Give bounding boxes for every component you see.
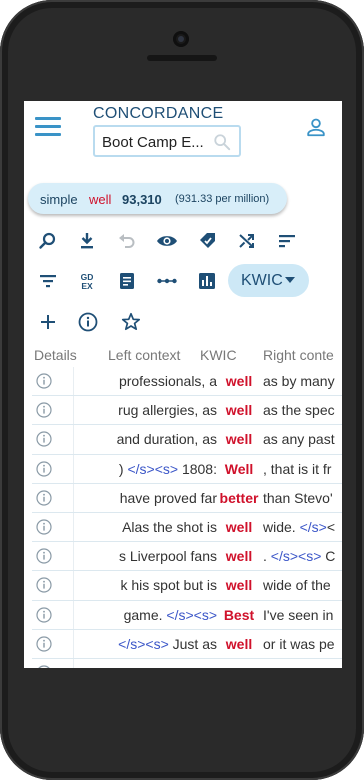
sort-icon [279, 235, 295, 248]
left-context: k his spot but is [82, 577, 218, 593]
undo-icon [119, 234, 135, 248]
document-icon [120, 273, 134, 289]
download-icon [81, 233, 93, 249]
refine-search-button[interactable] [34, 227, 62, 255]
right-context: , that is it fr [263, 460, 332, 477]
app-screen: CONCORDANCE Boot Camp E... simple well 9… [24, 101, 342, 668]
corpus-search-field[interactable]: Boot Camp E... [93, 125, 241, 157]
info-icon[interactable] [36, 460, 52, 477]
table-row[interactable]: </s><s> Just as well or it was pe [32, 630, 342, 659]
left-context: rug allergies, as [82, 402, 217, 418]
left-context: and duration, as [82, 431, 217, 447]
table-row[interactable]: and duration, as well as any past [32, 425, 342, 455]
info-icon[interactable] [36, 665, 52, 668]
right-context: . </s><s> C [263, 548, 336, 565]
info-icon[interactable] [36, 577, 52, 593]
sort-button[interactable] [273, 227, 301, 255]
column-right-context: Right conte [263, 347, 334, 363]
table-row[interactable] [32, 659, 342, 668]
info-icon[interactable] [36, 636, 52, 652]
table-row[interactable]: game. </s><s> Best I've seen in [32, 601, 342, 630]
info-icon[interactable] [36, 606, 52, 623]
right-context: as the spec [263, 402, 335, 419]
per-million: (931.33 per million) [175, 193, 270, 205]
eye-icon [157, 236, 177, 246]
left-context: ) </s><s> 1808: [82, 461, 217, 477]
hamburger-menu-icon[interactable] [35, 117, 61, 137]
left-context: game. </s><s> [82, 607, 217, 623]
favourite-button[interactable] [117, 308, 145, 336]
left-context: s Liverpool fans [82, 548, 217, 564]
left-context: </s><s> Just as [82, 636, 217, 652]
shuffle-icon [239, 234, 254, 248]
left-context: professionals, a [82, 373, 217, 389]
info-icon[interactable] [36, 402, 52, 418]
plus-icon [41, 315, 55, 329]
table-row[interactable]: ) </s><s> 1808: Well, that is it fr [32, 455, 342, 484]
info-icon [78, 312, 98, 332]
table-row[interactable]: k his spot but is well wide of the [32, 571, 342, 601]
user-account-icon[interactable] [305, 116, 327, 138]
right-context: as by many [263, 373, 335, 389]
shuffle-button[interactable] [233, 227, 261, 255]
tag-check-icon [200, 233, 215, 248]
search-icon[interactable] [213, 133, 231, 151]
right-context: wide of the [263, 577, 331, 594]
add-button[interactable] [34, 308, 62, 336]
undo-button[interactable] [113, 227, 141, 255]
right-context: wide. </s>< [263, 518, 336, 535]
view-mode-dropdown[interactable]: KWIC [228, 264, 309, 297]
table-row[interactable]: s Liverpool fans well. </s><s> C [32, 542, 342, 572]
table-row[interactable]: professionals, a well as by many [32, 367, 342, 397]
query-term: well [89, 192, 112, 207]
filter-button[interactable] [34, 267, 62, 295]
gdex-sort-button[interactable] [193, 227, 221, 255]
collocations-button[interactable] [153, 267, 181, 295]
camera [173, 31, 189, 47]
info-icon[interactable] [36, 519, 52, 535]
top-bar: CONCORDANCE Boot Camp E... [24, 101, 342, 173]
phone-frame: CONCORDANCE Boot Camp E... simple well 9… [0, 0, 364, 780]
text-types-button[interactable] [113, 267, 141, 295]
table-row[interactable]: Alas the shot is well wide. </s>< [32, 513, 342, 543]
hit-count: 93,310 [122, 192, 162, 207]
corpus-search-value: Boot Camp E... [102, 134, 204, 151]
concordance-table: professionals, a well as by many rug allerg… [32, 367, 342, 668]
query-type: simple [40, 192, 78, 207]
info-icon[interactable] [36, 490, 52, 506]
right-context: I've seen in [263, 606, 334, 623]
frequency-button[interactable] [193, 267, 221, 295]
search-refine-icon [39, 232, 56, 249]
info-icon[interactable] [36, 373, 52, 389]
left-context: have proved far [82, 490, 217, 506]
right-context: or it was pe [263, 635, 335, 652]
view-mode-label: KWIC [241, 272, 283, 289]
view-options-button[interactable] [153, 227, 181, 255]
download-button[interactable] [73, 227, 101, 255]
query-chip[interactable]: simple well 93,310 (931.33 per million) [28, 183, 287, 214]
dots-line-icon [157, 278, 177, 284]
gdex-icon: GD EX [81, 272, 94, 291]
table-row[interactable]: rug allergies, as well as the spec [32, 396, 342, 426]
column-details: Details [34, 347, 77, 363]
right-context: as any past [263, 431, 335, 448]
svg-text:EX: EX [81, 281, 93, 291]
bar-chart-icon [199, 273, 215, 289]
column-left-context: Left context [108, 347, 181, 363]
star-icon [121, 312, 141, 331]
column-kwic: KWIC [200, 347, 237, 363]
table-row[interactable]: have proved far better than Stevo' [32, 484, 342, 513]
info-icon[interactable] [36, 548, 52, 564]
info-icon[interactable] [36, 431, 52, 447]
page-title: CONCORDANCE [93, 105, 224, 122]
right-context: than Stevo' [263, 489, 333, 506]
caret-down-icon [285, 277, 295, 283]
speaker [147, 55, 217, 61]
filter-icon [40, 275, 56, 288]
info-button[interactable] [74, 308, 102, 336]
gdex-button[interactable]: GD EX [73, 267, 101, 295]
left-context: Alas the shot is [82, 519, 217, 535]
